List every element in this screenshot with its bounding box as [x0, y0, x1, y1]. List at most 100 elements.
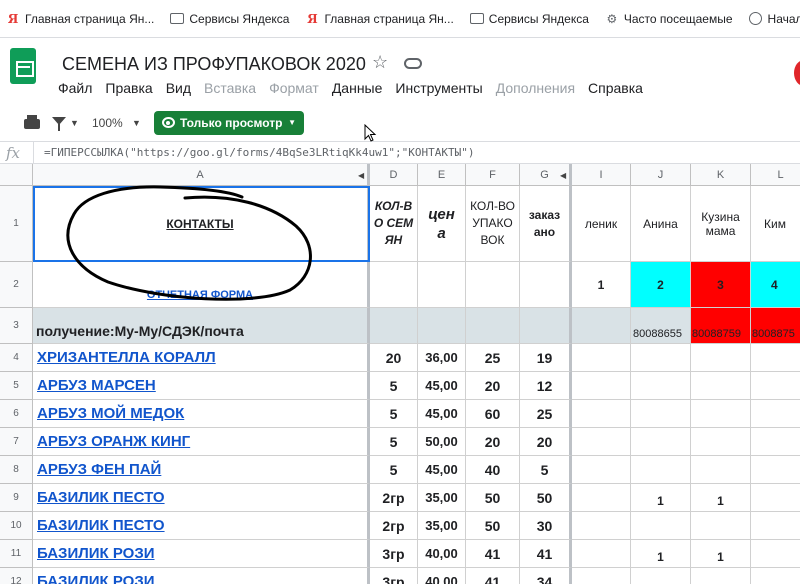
column-header-j[interactable]: J: [631, 164, 691, 186]
menu-data[interactable]: Данные: [332, 80, 383, 96]
table-cell[interactable]: [751, 344, 800, 372]
table-cell[interactable]: 25: [520, 400, 572, 428]
zoom-select[interactable]: 100%: [92, 116, 123, 130]
row-header[interactable]: 4: [0, 344, 33, 372]
table-cell[interactable]: 60: [466, 400, 520, 428]
table-cell[interactable]: [631, 512, 691, 540]
table-cell[interactable]: [631, 372, 691, 400]
bookmark-most-visited[interactable]: ⚙ Часто посещаемые: [605, 12, 732, 26]
table-cell[interactable]: [631, 400, 691, 428]
table-cell[interactable]: 2гр: [370, 484, 418, 512]
row-header[interactable]: 5: [0, 372, 33, 400]
product-name-link[interactable]: АРБУЗ МАРСЕН: [33, 372, 370, 400]
table-cell[interactable]: 50: [466, 512, 520, 540]
contacts-cell[interactable]: КОНТАКТЫ: [33, 186, 370, 262]
table-cell[interactable]: 20: [370, 344, 418, 372]
header-ordered[interactable]: заказано: [520, 186, 572, 262]
table-cell[interactable]: 5: [370, 428, 418, 456]
cell-j2[interactable]: 2: [631, 262, 691, 308]
table-cell[interactable]: [572, 540, 631, 568]
product-name-link[interactable]: АРБУЗ ОРАНЖ КИНГ: [33, 428, 370, 456]
table-cell[interactable]: [751, 568, 800, 584]
table-cell[interactable]: [572, 372, 631, 400]
cell-k2[interactable]: 3: [691, 262, 751, 308]
cloud-status-icon[interactable]: [404, 58, 422, 69]
table-cell[interactable]: 40,00: [418, 540, 466, 568]
table-cell[interactable]: 5: [370, 372, 418, 400]
table-cell[interactable]: [572, 512, 631, 540]
bookmark-start-page[interactable]: Начальная стран: [749, 12, 800, 26]
header-kuzina-mama[interactable]: Кузина мама: [691, 186, 751, 262]
bookmark-yandex-services-1[interactable]: Сервисы Яндекса: [170, 12, 289, 26]
column-header-i[interactable]: I: [572, 164, 631, 186]
table-cell[interactable]: 12: [520, 372, 572, 400]
table-cell[interactable]: [631, 456, 691, 484]
table-cell[interactable]: 3гр: [370, 568, 418, 584]
menu-help[interactable]: Справка: [588, 80, 643, 96]
contacts-link[interactable]: КОНТАКТЫ: [166, 217, 233, 231]
table-cell[interactable]: 35,00: [418, 484, 466, 512]
cell-j3[interactable]: 80088655: [631, 308, 691, 344]
product-name-link[interactable]: БАЗИЛИК ПЕСТО: [33, 512, 370, 540]
row-header[interactable]: 11: [0, 540, 33, 568]
table-cell[interactable]: 5: [370, 456, 418, 484]
table-cell[interactable]: [572, 400, 631, 428]
table-cell[interactable]: [631, 344, 691, 372]
bookmark-yandex-services-2[interactable]: Сервисы Яндекса: [469, 12, 589, 26]
header-anina[interactable]: Анина: [631, 186, 691, 262]
row-header[interactable]: 7: [0, 428, 33, 456]
table-cell[interactable]: 1: [631, 484, 691, 512]
product-name-link[interactable]: БАЗИЛИК ПЕСТО: [33, 484, 370, 512]
table-cell[interactable]: [572, 568, 631, 584]
form-link-cell[interactable]: ОТЧЕТНАЯ ФОРМА: [33, 262, 370, 308]
table-cell[interactable]: 50: [466, 484, 520, 512]
chevron-down-icon[interactable]: ▼: [132, 118, 141, 128]
row-header-3[interactable]: 3: [0, 308, 33, 344]
header-lenik[interactable]: леник: [572, 186, 631, 262]
menu-file[interactable]: Файл: [58, 80, 92, 96]
table-cell[interactable]: 20: [466, 428, 520, 456]
table-cell[interactable]: 40,00: [418, 568, 466, 584]
view-only-button[interactable]: Только просмотр ▼: [154, 111, 304, 135]
table-cell[interactable]: [751, 372, 800, 400]
column-header-f[interactable]: F: [466, 164, 520, 186]
report-form-link[interactable]: ОТЧЕТНАЯ ФОРМА: [147, 289, 253, 301]
table-cell[interactable]: 35,00: [418, 512, 466, 540]
cell-i2[interactable]: 1: [572, 262, 631, 308]
row-header[interactable]: 9: [0, 484, 33, 512]
sheets-logo-icon[interactable]: [10, 48, 36, 84]
table-cell[interactable]: 41: [466, 540, 520, 568]
table-cell[interactable]: 45,00: [418, 456, 466, 484]
product-name-link[interactable]: АРБУЗ МОЙ МЕДОК: [33, 400, 370, 428]
table-cell[interactable]: [691, 428, 751, 456]
table-cell[interactable]: 3гр: [370, 540, 418, 568]
table-cell[interactable]: [691, 512, 751, 540]
table-cell[interactable]: 45,00: [418, 400, 466, 428]
table-cell[interactable]: 20: [466, 372, 520, 400]
header-kim[interactable]: Ким: [751, 186, 800, 262]
menu-edit[interactable]: Правка: [105, 80, 152, 96]
table-cell[interactable]: [691, 372, 751, 400]
table-cell[interactable]: [751, 456, 800, 484]
table-cell[interactable]: [572, 344, 631, 372]
table-cell[interactable]: 1: [691, 540, 751, 568]
filter-icon[interactable]: [52, 117, 66, 131]
menu-tools[interactable]: Инструменты: [395, 80, 482, 96]
table-cell[interactable]: [751, 540, 800, 568]
row-header[interactable]: 10: [0, 512, 33, 540]
table-cell[interactable]: 30: [520, 512, 572, 540]
print-icon[interactable]: [24, 115, 40, 129]
bookmark-yandex-home-2[interactable]: Я Главная страница Ян...: [305, 12, 454, 26]
table-cell[interactable]: [751, 512, 800, 540]
cell-l3[interactable]: 8008875: [751, 308, 800, 344]
table-cell[interactable]: [691, 400, 751, 428]
table-cell[interactable]: [572, 428, 631, 456]
table-cell[interactable]: [751, 428, 800, 456]
chevron-down-icon[interactable]: ▼: [70, 118, 79, 128]
table-cell[interactable]: 50: [520, 484, 572, 512]
table-cell[interactable]: 36,00: [418, 344, 466, 372]
product-name-link[interactable]: ХРИЗАНТЕЛЛА КОРАЛЛ: [33, 344, 370, 372]
star-icon[interactable]: ☆: [372, 52, 388, 73]
table-cell[interactable]: 20: [520, 428, 572, 456]
table-cell[interactable]: [572, 456, 631, 484]
